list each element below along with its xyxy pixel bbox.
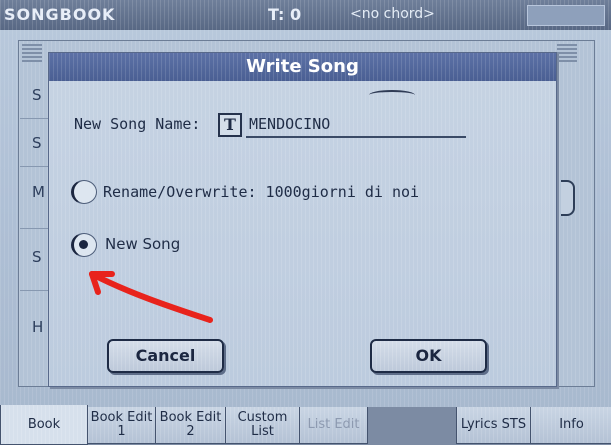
tab-info[interactable]: Info xyxy=(530,407,611,444)
tempo-indicator: T: 0 xyxy=(268,5,302,24)
chord-indicator: <no chord> xyxy=(350,6,435,22)
mode-indicator xyxy=(527,5,605,26)
list-separator xyxy=(20,166,50,167)
tab-label: List Edit xyxy=(307,417,360,432)
song-name-value: MENDOCINO xyxy=(249,115,331,133)
dialog-title: Write Song xyxy=(49,53,556,81)
list-corner-decoration xyxy=(22,44,42,62)
tab-label: Book Edit 1 xyxy=(90,410,153,439)
tab-custom-list[interactable]: Custom List xyxy=(225,407,300,444)
tab-list-edit: List Edit xyxy=(299,407,368,444)
list-row-label: M xyxy=(32,183,45,201)
tab-book[interactable]: Book xyxy=(0,405,88,445)
annotation-arrow-icon xyxy=(89,271,213,323)
list-side-handle[interactable] xyxy=(561,180,575,216)
tab-book-edit-1[interactable]: Book Edit 1 xyxy=(87,407,156,444)
list-row-label: H xyxy=(32,318,44,336)
list-row-label: S xyxy=(32,134,42,152)
screen: SONGBOOK T: 0 <no chord> S S M S H Write… xyxy=(0,0,611,445)
app-title: SONGBOOK xyxy=(4,5,116,24)
list-separator xyxy=(20,290,50,291)
dialog-notch xyxy=(369,90,415,100)
tab-bar: Book Book Edit 1 Book Edit 2 Custom List… xyxy=(0,405,611,445)
write-song-dialog: Write Song xyxy=(48,52,557,387)
list-row-label: S xyxy=(32,248,42,266)
rename-overwrite-label: Rename/Overwrite: 1000giorni di noi xyxy=(103,183,420,201)
ok-button[interactable]: OK xyxy=(370,339,487,373)
list-row-label: S xyxy=(32,86,42,104)
tab-label: Custom List xyxy=(237,410,288,439)
cancel-button[interactable]: Cancel xyxy=(107,339,224,373)
rename-overwrite-radio[interactable] xyxy=(71,180,97,204)
tab-label: Book xyxy=(27,416,61,432)
tab-book-edit-2[interactable]: Book Edit 2 xyxy=(155,407,226,444)
new-song-label: New Song xyxy=(105,235,181,253)
tab-lyrics-sts[interactable]: Lyrics STS xyxy=(456,407,531,444)
new-song-name-label: New Song Name: xyxy=(74,115,201,133)
text-edit-icon[interactable]: T xyxy=(218,113,242,137)
list-separator xyxy=(20,228,50,229)
tab-label: Lyrics STS xyxy=(460,417,527,432)
list-separator xyxy=(20,118,50,119)
list-scroll-top[interactable] xyxy=(557,44,577,62)
status-bar: SONGBOOK T: 0 <no chord> xyxy=(0,0,611,30)
tab-label: Book Edit 2 xyxy=(159,410,222,439)
tab-label: Info xyxy=(559,417,584,432)
song-name-field[interactable]: MENDOCINO xyxy=(246,112,466,138)
